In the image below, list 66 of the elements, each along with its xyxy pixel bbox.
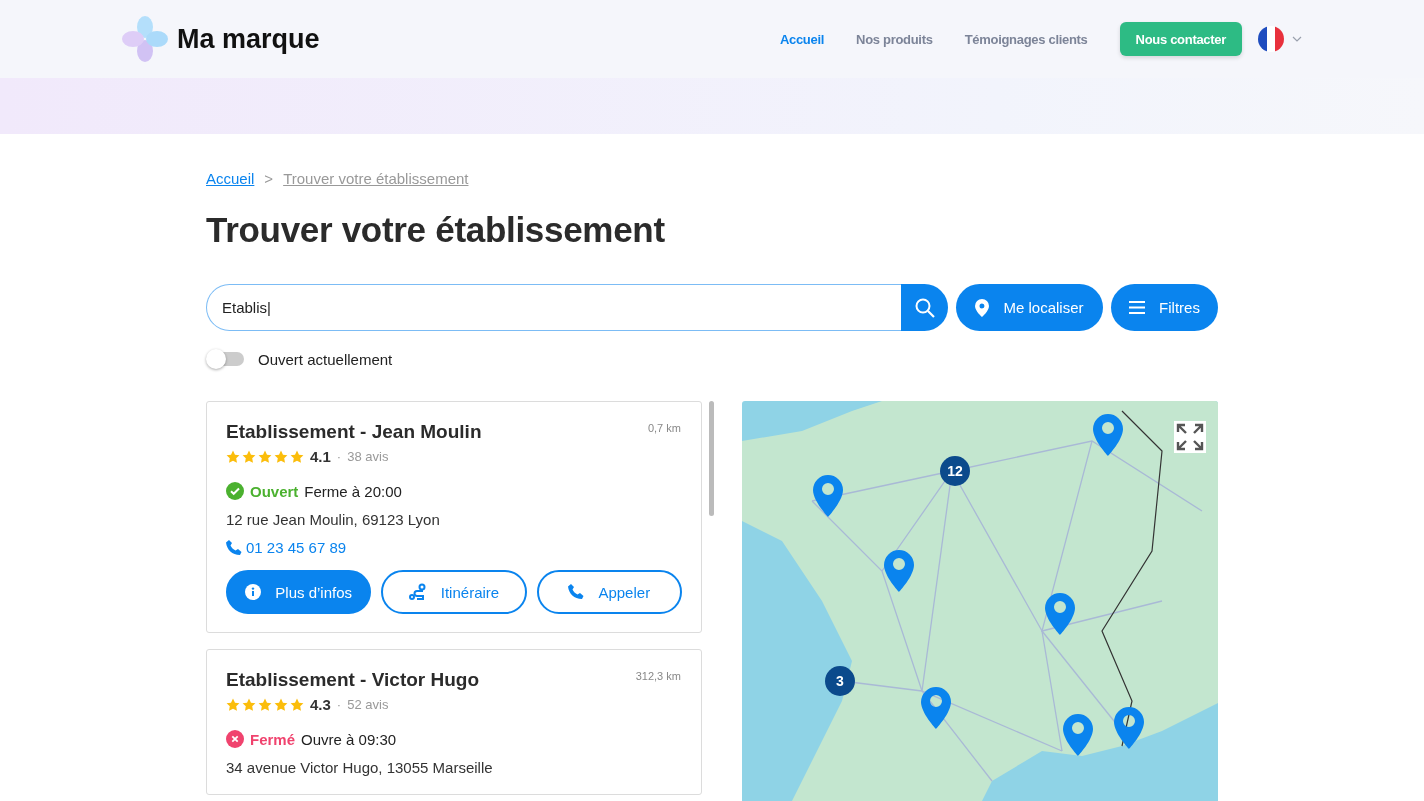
nav-link[interactable]: Témoignages clients xyxy=(964,31,1088,47)
search-icon xyxy=(914,297,935,318)
separator-dot: · xyxy=(336,449,342,464)
page-title: Trouver votre établissement xyxy=(206,210,666,250)
breadcrumb-separator: > xyxy=(264,170,274,187)
review-count: 38 avis xyxy=(347,449,389,464)
breadcrumb-link[interactable]: Trouver votre établissement xyxy=(283,170,469,187)
route-icon xyxy=(408,583,427,601)
separator-dot: · xyxy=(336,697,342,712)
fullscreen-icon[interactable] xyxy=(1174,421,1206,453)
call-button[interactable]: Appeler xyxy=(536,570,682,614)
address: 12 rue Jean Moulin, 69123 Lyon xyxy=(226,511,441,528)
chevron-down-icon[interactable] xyxy=(1292,36,1302,42)
hours-label: Ferme à 20:00 xyxy=(304,482,402,500)
search-button[interactable] xyxy=(901,284,948,331)
star-icon xyxy=(226,697,240,712)
map-pin-icon[interactable] xyxy=(883,550,914,592)
star-icon xyxy=(258,449,272,464)
star-icon xyxy=(290,449,304,464)
info-icon xyxy=(245,584,262,600)
nav-link[interactable]: Accueil xyxy=(779,31,825,47)
hours-label: Ouvre à 09:30 xyxy=(301,730,397,748)
breadcrumb-link[interactable]: Accueil xyxy=(206,170,255,187)
star-icon xyxy=(242,449,256,464)
map-pin-icon[interactable] xyxy=(812,475,843,517)
distance-label: 0,7 km xyxy=(647,422,681,434)
address: 34 avenue Victor Hugo, 13055 Marseille xyxy=(226,759,494,776)
star-icon xyxy=(274,449,288,464)
map-pin-icon[interactable] xyxy=(1062,714,1093,756)
star-icon xyxy=(290,697,304,712)
rating-value: 4.1 xyxy=(310,448,331,465)
map-pin-icon[interactable] xyxy=(920,687,951,729)
result-card[interactable]: Etablissement - Jean Moulin 0,7 km 4.1 · 38 avis Ouvert Ferme à 20:00 12 rue Jean Moulin, 69123 Lyon 01 23 45 67 89 Plus d’infos Itinéraire Appeler xyxy=(206,401,702,633)
scrollbar-thumb[interactable] xyxy=(708,401,714,516)
map-pin-icon[interactable] xyxy=(1092,414,1123,456)
rating-value: 4.3 xyxy=(310,696,331,713)
phone-icon xyxy=(226,539,242,556)
result-card[interactable]: Etablissement - Victor Hugo 312,3 km 4.3 · 52 avis Fermé Ouvre à 09:30 34 avenue Victor Hugo, 13055 Marseille xyxy=(206,649,702,795)
search-field[interactable]: Etablis| xyxy=(206,284,901,331)
location-pin-icon xyxy=(975,298,990,317)
filters-button[interactable]: Filtres xyxy=(1111,284,1218,331)
contact-button[interactable]: Nous contacter xyxy=(1119,22,1242,56)
star-icon xyxy=(274,697,288,712)
brand-name: Ma marque xyxy=(177,23,320,55)
star-icon xyxy=(226,449,240,464)
place-name: Etablissement - Victor Hugo xyxy=(226,669,480,691)
star-icon xyxy=(242,697,256,712)
nav-link[interactable]: Nos produits xyxy=(856,31,933,47)
french-flag-icon[interactable] xyxy=(1258,26,1284,52)
review-count: 52 avis xyxy=(347,697,389,712)
star-icon xyxy=(258,697,272,712)
locate-me-button[interactable]: Me localiser xyxy=(956,284,1103,331)
map-pin-icon[interactable] xyxy=(1044,593,1075,635)
map-pin-icon[interactable] xyxy=(1113,707,1144,749)
status-label: Fermé xyxy=(250,730,296,748)
menu-icon xyxy=(1129,301,1146,314)
phone-link[interactable]: 01 23 45 67 89 xyxy=(246,539,347,556)
phone-icon xyxy=(568,584,585,600)
toggle-label: Ouvert actuellement xyxy=(258,350,393,368)
distance-label: 312,3 km xyxy=(635,670,681,682)
more-info-button[interactable]: Plus d’infos xyxy=(226,570,372,614)
directions-button[interactable]: Itinéraire xyxy=(381,570,527,614)
logo-icon xyxy=(121,15,169,63)
place-name: Etablissement - Jean Moulin xyxy=(226,421,482,443)
status-label: Ouvert xyxy=(250,482,299,500)
toggle-switch[interactable] xyxy=(206,349,244,369)
